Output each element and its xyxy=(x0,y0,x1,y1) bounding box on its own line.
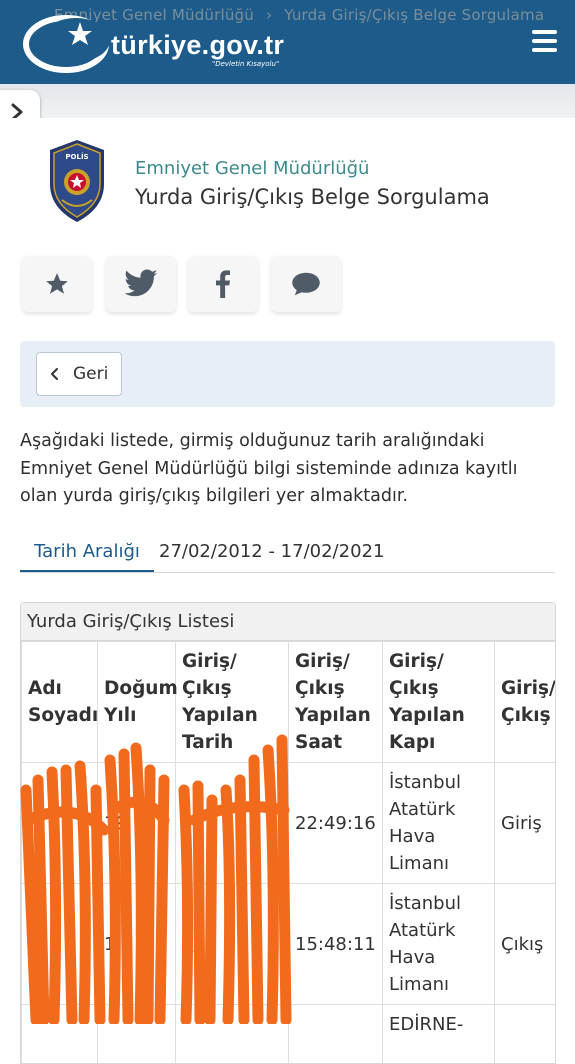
panel-title: Yurda Giriş/Çıkış Listesi xyxy=(21,603,555,641)
menu-icon[interactable] xyxy=(532,30,557,52)
column-header-birth-year: Doğum Yılı xyxy=(98,642,176,763)
description-text: Aşağıdaki listede, girmiş olduğunuz tari… xyxy=(20,428,560,511)
back-button-label: Geri xyxy=(73,364,108,384)
service-title: Yurda Giriş/Çıkış Belge Sorgulama xyxy=(135,185,490,209)
twitter-icon xyxy=(123,269,159,299)
back-button[interactable]: Geri xyxy=(36,352,122,396)
cell-date xyxy=(176,1005,289,1064)
cell-birth-year: 1 xyxy=(98,884,176,1005)
table-row: EDİRNE- xyxy=(22,1005,556,1064)
filter-tabs: Tarih Aralığı 27/02/2012 - 17/02/2021 xyxy=(20,532,555,573)
favorite-button[interactable] xyxy=(22,256,92,312)
breadcrumb-item-service[interactable]: Yurda Giriş/Çıkış Belge Sorgulama xyxy=(284,6,544,24)
sub-header-strip xyxy=(0,84,575,118)
cell-date: 9/ xyxy=(176,884,289,1005)
cell-gate: İstanbul Atatürk Hava Limanı xyxy=(383,884,495,1005)
cell-direction: Giriş xyxy=(495,763,556,884)
police-emblem-icon: POLİS xyxy=(46,138,108,224)
comment-button[interactable] xyxy=(271,256,341,312)
entry-exit-list-panel: Yurda Giriş/Çıkış Listesi Adı Soyadı Doğ… xyxy=(20,602,556,1064)
cell-name xyxy=(22,1005,98,1064)
tab-date-range[interactable]: Tarih Aralığı xyxy=(20,532,154,572)
cell-birth-year xyxy=(98,1005,176,1064)
table-row: 1 9/ 15:48:11 İstanbul Atatürk Hava Lima… xyxy=(22,884,556,1005)
twitter-share-button[interactable] xyxy=(106,256,176,312)
column-header-date: Giriş/Çıkış Yapılan Tarih xyxy=(176,642,289,763)
action-toolbar: Geri xyxy=(20,341,555,407)
site-header: Emniyet Genel Müdürlüğü›Yurda Giriş/Çıkı… xyxy=(0,0,575,84)
cell-gate: İstanbul Atatürk Hava Limanı xyxy=(383,763,495,884)
column-header-name: Adı Soyadı xyxy=(22,642,98,763)
cell-name xyxy=(22,884,98,1005)
turkiye-gov-logo[interactable]: türkiye.gov.tr "Devletin Kısayolu" xyxy=(22,10,302,76)
column-header-time: Giriş/ Çıkış Yapılan Saat xyxy=(289,642,383,763)
date-range-value: 27/02/2012 - 17/02/2021 xyxy=(159,532,384,570)
facebook-share-button[interactable] xyxy=(188,256,258,312)
brand-text: türkiye.gov.tr xyxy=(111,30,284,61)
crescent-star-icon xyxy=(22,10,112,76)
cell-time: 15:48:11 xyxy=(289,884,383,1005)
entry-exit-table: Adı Soyadı Doğum Yılı Giriş/Çıkış Yapıla… xyxy=(21,641,556,1064)
chevron-left-icon xyxy=(49,367,61,381)
cell-date xyxy=(176,763,289,884)
cell-direction: Çıkış xyxy=(495,884,556,1005)
table-row: 19 22:49:16 İstanbul Atatürk Hava Limanı… xyxy=(22,763,556,884)
comment-icon xyxy=(291,271,321,297)
cell-direction xyxy=(495,1005,556,1064)
facebook-icon xyxy=(215,270,231,298)
agency-name: Emniyet Genel Müdürlüğü xyxy=(135,158,369,179)
cell-gate: EDİRNE- xyxy=(383,1005,495,1064)
brand-motto: "Devletin Kısayolu" xyxy=(212,60,279,68)
cell-time: 22:49:16 xyxy=(289,763,383,884)
star-icon xyxy=(44,271,70,297)
cell-birth-year: 19 xyxy=(98,763,176,884)
cell-name xyxy=(22,763,98,884)
column-header-gate: Giriş/Çıkış Yapılan Kapı xyxy=(383,642,495,763)
cell-time xyxy=(289,1005,383,1064)
column-header-direction: Giriş/ Çıkış xyxy=(495,642,556,763)
svg-text:POLİS: POLİS xyxy=(65,152,88,161)
